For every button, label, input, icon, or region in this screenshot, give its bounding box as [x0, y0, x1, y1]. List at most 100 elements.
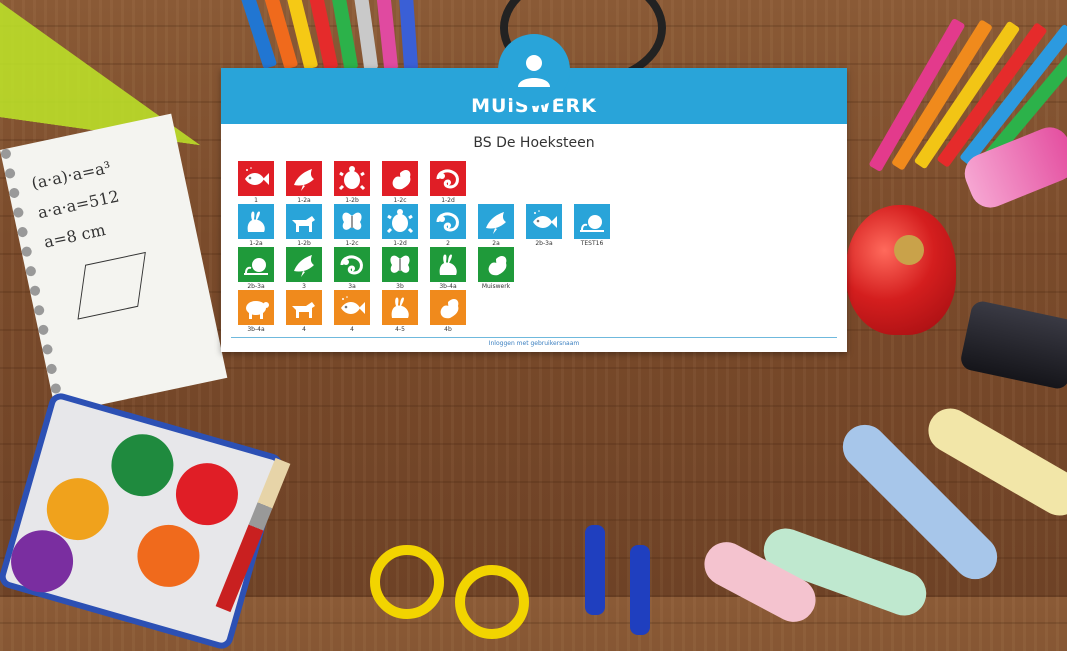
- class-tile-label: 4: [350, 326, 354, 333]
- class-tile-item: 1-2a: [280, 161, 328, 204]
- class-tile-label: 3a: [348, 283, 356, 290]
- class-tile-label: 1-2d: [393, 240, 407, 247]
- dog-icon: [292, 215, 315, 232]
- card-header: MUiSWERK: [221, 34, 847, 124]
- tile-row: 3b-4a 4 4 4-5 4b: [232, 290, 616, 333]
- user-avatar: [498, 34, 570, 106]
- butterfly-icon: [390, 255, 410, 273]
- class-tile-button[interactable]: [382, 161, 418, 196]
- chameleon-icon: [436, 169, 459, 189]
- user-icon: [518, 55, 550, 87]
- class-tile-label: 1-2c: [393, 197, 407, 204]
- class-tile-button[interactable]: [238, 204, 274, 239]
- footer-divider: [231, 337, 837, 338]
- school-title: BS De Hoeksteen: [473, 135, 595, 151]
- tile-row: 1-2a 1-2b 1-2c 1-2d 2 2a 2b-3a TEST16: [232, 204, 616, 247]
- class-tile-item: 1-2d: [376, 204, 424, 247]
- class-tile-button[interactable]: [430, 247, 466, 282]
- class-tile-item: 4-5: [376, 290, 424, 333]
- class-tile-button[interactable]: [238, 247, 274, 282]
- class-tile-item: 3b-4a: [232, 290, 280, 333]
- class-tile-label: 1-2a: [297, 197, 311, 204]
- class-tile-label: 2: [446, 240, 450, 247]
- turtle-icon: [338, 165, 366, 190]
- class-tile-item: 3b: [376, 247, 424, 290]
- rabbit-icon: [247, 210, 265, 232]
- tile-row: 2b-3a 3 3a 3b 3b-4a Muiswerk: [232, 247, 616, 290]
- class-tile-label: 3b-4a: [439, 283, 457, 290]
- class-tile-item: 1-2b: [328, 161, 376, 204]
- class-tile-button[interactable]: [382, 290, 418, 325]
- butterfly-icon: [342, 212, 362, 230]
- sheep-icon: [246, 300, 269, 319]
- class-tile-label: 2b-3a: [535, 240, 553, 247]
- class-tile-label: 1-2d: [441, 197, 455, 204]
- class-tile-button[interactable]: [334, 247, 370, 282]
- notebook-decoration: (a·a)·a=a³ a·a·a=512 a=8 cm: [0, 113, 228, 415]
- bird-icon: [294, 168, 314, 191]
- class-tile-button[interactable]: [430, 161, 466, 196]
- login-username-link[interactable]: Inloggen met gebruikersnaam: [221, 340, 847, 347]
- class-tile-label: TEST16: [580, 240, 604, 247]
- class-tile-item: 4b: [424, 290, 472, 333]
- class-tile-button[interactable]: [334, 204, 370, 239]
- rabbit-icon: [391, 296, 409, 318]
- class-tile-label: 3b-4a: [247, 326, 265, 333]
- class-tile-button[interactable]: [478, 247, 514, 282]
- class-tile-label: 3: [302, 283, 306, 290]
- scissors-decoration: [370, 545, 550, 639]
- class-tile-button[interactable]: [286, 290, 322, 325]
- class-tile-item: 2a: [472, 204, 520, 247]
- class-tile-item: 4: [280, 290, 328, 333]
- class-tile-item: 1-2d: [424, 161, 472, 204]
- class-tile-item: 3b-4a: [424, 247, 472, 290]
- class-tile-item: 3a: [328, 247, 376, 290]
- class-tile-button[interactable]: [382, 204, 418, 239]
- class-tile-item: 4: [328, 290, 376, 333]
- class-tile-label: 3b: [396, 283, 404, 290]
- squirrel-icon: [488, 255, 507, 275]
- fish-icon: [245, 166, 269, 185]
- class-tile-item: Muiswerk: [472, 247, 520, 290]
- class-tile-button[interactable]: [430, 290, 466, 325]
- class-tile-label: 1: [254, 197, 258, 204]
- squirrel-icon: [440, 298, 459, 318]
- class-tile-button[interactable]: [574, 204, 610, 239]
- class-tile-label: 1-2c: [345, 240, 359, 247]
- chameleon-icon: [436, 212, 459, 232]
- fish-icon: [341, 295, 365, 314]
- class-tile-item: 1-2b: [280, 204, 328, 247]
- class-tile-item: 2b-3a: [232, 247, 280, 290]
- paint-palette-decoration: [0, 390, 286, 651]
- class-tile-button[interactable]: [382, 247, 418, 282]
- class-tile-item: TEST16: [568, 204, 616, 247]
- class-tile-button[interactable]: [286, 204, 322, 239]
- class-tile-label: 1-2b: [297, 240, 311, 247]
- chalk-decoration: [696, 400, 1067, 630]
- class-tile-button[interactable]: [430, 204, 466, 239]
- class-tile-item: 2b-3a: [520, 204, 568, 247]
- class-tile-button[interactable]: [478, 204, 514, 239]
- snail-icon: [244, 257, 268, 275]
- squirrel-icon: [392, 169, 411, 189]
- class-tile-button[interactable]: [238, 161, 274, 196]
- class-tile-label: 4-5: [395, 326, 405, 333]
- class-tile-item: 1: [232, 161, 280, 204]
- class-tile-button[interactable]: [334, 161, 370, 196]
- class-tile-button[interactable]: [286, 161, 322, 196]
- class-tile-button[interactable]: [334, 290, 370, 325]
- class-tile-label: 2a: [492, 240, 500, 247]
- class-tile-button[interactable]: [286, 247, 322, 282]
- chameleon-icon: [340, 255, 363, 275]
- class-tile-button[interactable]: [526, 204, 562, 239]
- rabbit-icon: [439, 253, 457, 275]
- class-tile-label: 1-2b: [345, 197, 359, 204]
- class-tile-button[interactable]: [238, 290, 274, 325]
- class-tile-item: 2: [424, 204, 472, 247]
- apple-decoration: [846, 205, 956, 335]
- ruler-decoration: [0, 0, 217, 145]
- fish-icon: [533, 209, 557, 228]
- bird-icon: [294, 254, 314, 277]
- pen-decoration: [585, 525, 605, 615]
- class-tile-label: 4: [302, 326, 306, 333]
